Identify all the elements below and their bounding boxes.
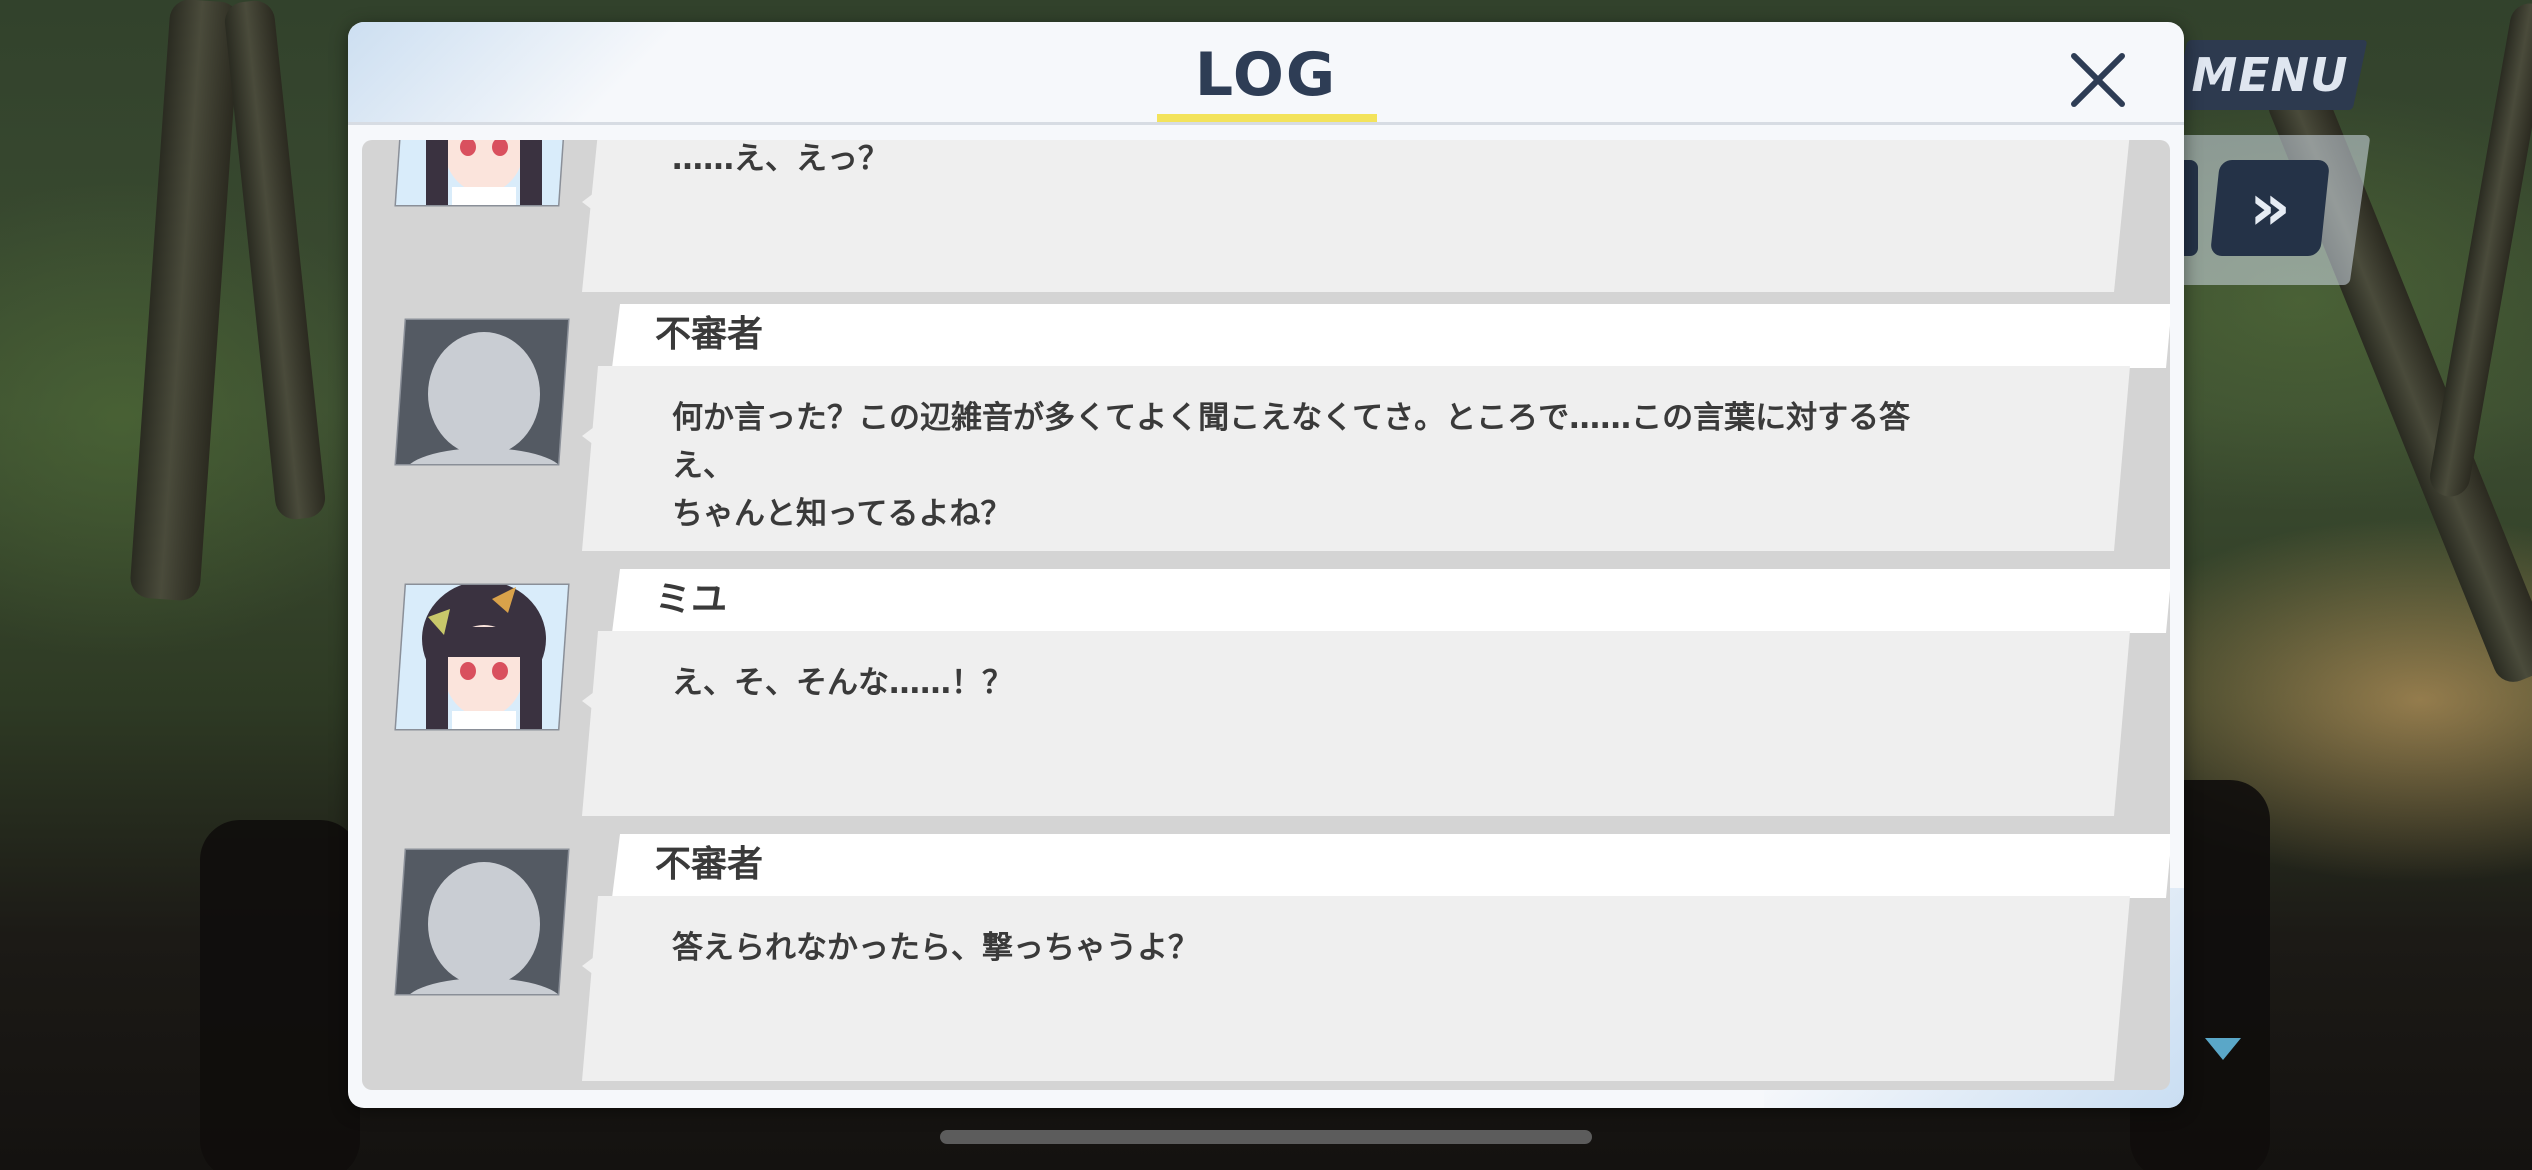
speaker-tab: 不審者: [612, 304, 2170, 368]
log-entry: ミユ え、そ、そんな……！？: [362, 569, 2170, 824]
fast-forward-icon[interactable]: »: [2230, 168, 2310, 248]
message-bubble: 何か言った？この辺雑音が多くてよく聞こえなくてさ。ところで……この言葉に対する答…: [582, 366, 2150, 551]
log-list[interactable]: ……え、えっ？ 不審者 何か言った？この辺雑音が多くてよく聞こえなくてさ。ところ…: [362, 140, 2170, 1090]
tree-trunk: [129, 0, 241, 602]
tree-trunk: [222, 0, 328, 522]
speaker-name: ミユ: [655, 579, 728, 620]
close-icon[interactable]: [2058, 40, 2138, 120]
speaker-tab-shape: [612, 304, 2170, 368]
message-bubble: え、そ、そんな……！？: [582, 631, 2150, 816]
log-dialog: LOG ……え、えっ？ 不審者 何か言った？この辺雑音が多くてよく聞こえなくてさ…: [348, 22, 2184, 1108]
message-text: え、そ、そんな……！？: [672, 665, 1013, 701]
message-bubble: ……え、えっ？: [582, 140, 2150, 292]
log-entry: 不審者 何か言った？この辺雑音が多くてよく聞こえなくてさ。ところで……この言葉に…: [362, 304, 2170, 559]
speaker-tab: ミユ: [612, 569, 2170, 633]
avatar: [392, 579, 572, 731]
message-text: 答えられなかったら、撃っちゃうよ？: [672, 930, 1199, 966]
header-divider: [348, 122, 2184, 125]
speaker-name: 不審者: [655, 314, 764, 355]
message-bubble: 答えられなかったら、撃っちゃうよ？: [582, 896, 2150, 1081]
tree-trunk: [2426, 0, 2532, 500]
dialog-header: LOG: [348, 22, 2184, 125]
speaker-tab: 不審者: [612, 834, 2170, 898]
avatar: [392, 314, 572, 466]
message-text: ……え、えっ？: [672, 141, 889, 177]
silhouette-icon: [394, 318, 570, 466]
close-button[interactable]: [2058, 40, 2138, 120]
speaker-tab-shape: [612, 834, 2170, 898]
girl-portrait-icon: [394, 583, 570, 731]
speaker-tab-shape: [612, 569, 2170, 633]
avatar: [392, 140, 572, 207]
silhouette-figure: [200, 820, 360, 1170]
log-entry: 不審者 答えられなかったら、撃っちゃうよ？: [362, 834, 2170, 1089]
dialog-title: LOG: [1194, 40, 1338, 110]
log-entry: ……え、えっ？: [362, 140, 2170, 300]
menu-button[interactable]: MENU: [2190, 44, 2350, 106]
home-indicator[interactable]: [940, 1130, 1592, 1144]
message-text: 何か言った？この辺雑音が多くてよく聞こえなくてさ。ところで……この言葉に対する答…: [672, 400, 1911, 532]
girl-portrait-icon: [394, 140, 568, 207]
speaker-name: 不審者: [655, 844, 764, 885]
silhouette-icon: [394, 848, 570, 996]
next-indicator-icon: [2205, 1038, 2241, 1060]
avatar: [392, 844, 572, 996]
